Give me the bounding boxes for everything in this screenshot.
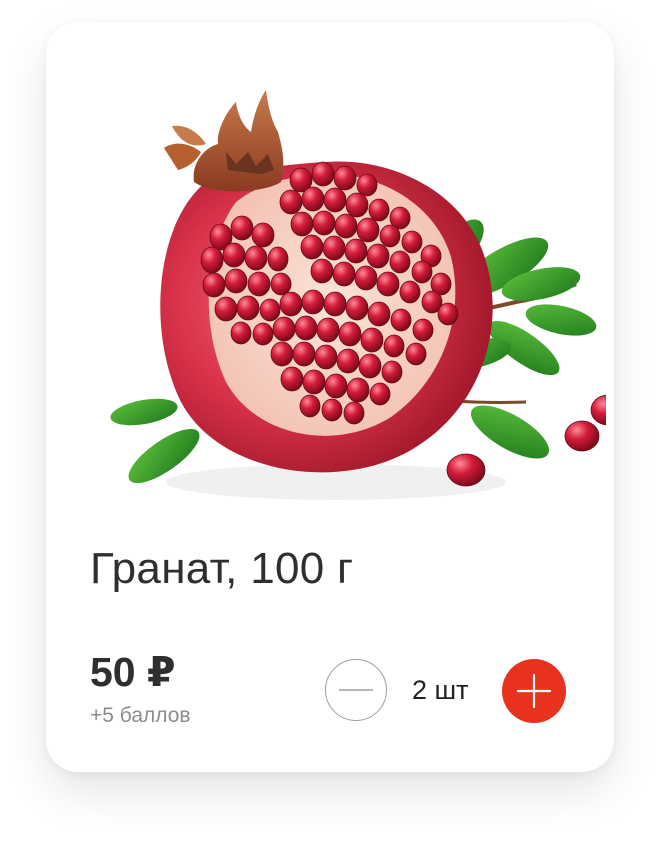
product-card[interactable]: Гранат, 100 г 50 ₽ +5 баллов 2 шт [46,22,614,772]
product-price: 50 ₽ [90,649,176,695]
plus-icon [516,673,552,709]
product-image [86,52,606,512]
product-title: Гранат, 100 г [90,544,354,593]
increase-quantity-button[interactable] [502,659,566,723]
bonus-points: +5 баллов [90,704,191,727]
minus-icon [338,689,374,691]
quantity-label: 2 шт [412,675,469,705]
decrease-quantity-button[interactable] [325,659,387,721]
